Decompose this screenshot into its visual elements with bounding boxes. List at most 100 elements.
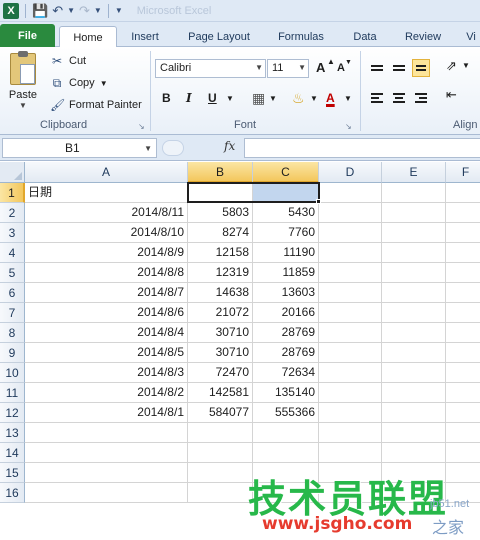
cell-d16[interactable] [319,483,382,503]
fill-color-icon[interactable]: ♨ [292,89,305,107]
cell-c1[interactable] [253,183,319,203]
font-launcher-icon[interactable]: ↘ [345,122,352,131]
cell-c2[interactable]: 5430 [253,203,319,223]
shrink-font-icon[interactable]: A [337,62,345,74]
cell-b15[interactable] [188,463,253,483]
tab-formulas[interactable]: Formulas [270,26,332,47]
underline-button[interactable]: U [208,89,217,107]
cell-e7[interactable] [382,303,446,323]
cell-a3[interactable]: 2014/8/10 [25,223,188,243]
row-header[interactable]: 9 [0,343,25,363]
tab-insert[interactable]: Insert [122,26,168,47]
tab-data[interactable]: Data [344,26,386,47]
cell-e10[interactable] [382,363,446,383]
grow-font-icon[interactable]: A [316,60,325,75]
column-header-d[interactable]: D [319,162,382,183]
cell-f4[interactable] [446,243,480,263]
clipboard-launcher-icon[interactable]: ↘ [138,122,145,131]
fill-color-dropdown-icon[interactable]: ▼ [310,89,318,107]
worksheet-grid[interactable]: A B C D E F 1 日期 2 2014/8/11 5803 5430 3 2014/8/10 827… [0,162,480,540]
cell-d4[interactable] [319,243,382,263]
font-size-select[interactable]: 11 ▼ [267,59,309,78]
cell-b11[interactable]: 142581 [188,383,253,403]
font-color-icon[interactable]: A [326,89,335,107]
cell-d7[interactable] [319,303,382,323]
column-header-c[interactable]: C [253,162,319,183]
cell-f6[interactable] [446,283,480,303]
cell-e6[interactable] [382,283,446,303]
cell-e12[interactable] [382,403,446,423]
cell-f8[interactable] [446,323,480,343]
cell-e13[interactable] [382,423,446,443]
cell-e14[interactable] [382,443,446,463]
cell-d13[interactable] [319,423,382,443]
cell-f11[interactable] [446,383,480,403]
font-name-select[interactable]: Calibri ▼ [155,59,266,78]
cell-c8[interactable]: 28769 [253,323,319,343]
cell-c13[interactable] [253,423,319,443]
cell-c7[interactable]: 20166 [253,303,319,323]
cell-c11[interactable]: 135140 [253,383,319,403]
cell-c15[interactable] [253,463,319,483]
row-header[interactable]: 14 [0,443,25,463]
insert-function-icon[interactable]: fx [224,139,235,153]
tab-page-layout[interactable]: Page Layout [180,26,258,47]
cell-c5[interactable]: 11859 [253,263,319,283]
cell-d6[interactable] [319,283,382,303]
cell-f7[interactable] [446,303,480,323]
cell-b3[interactable]: 8274 [188,223,253,243]
column-header-e[interactable]: E [382,162,446,183]
tab-file[interactable]: File [0,24,55,47]
row-header[interactable]: 5 [0,263,25,283]
middle-align-icon[interactable] [390,59,408,77]
cell-d15[interactable] [319,463,382,483]
cell-f12[interactable] [446,403,480,423]
cell-a2[interactable]: 2014/8/11 [25,203,188,223]
format-painter-button[interactable]: 🖌 Format Painter [50,96,142,114]
row-header[interactable]: 8 [0,323,25,343]
cell-e4[interactable] [382,243,446,263]
cell-a8[interactable]: 2014/8/4 [25,323,188,343]
redo-dropdown-icon[interactable]: ▼ [94,6,102,15]
cell-d11[interactable] [319,383,382,403]
cell-b9[interactable]: 30710 [188,343,253,363]
cell-a9[interactable]: 2014/8/5 [25,343,188,363]
cell-c3[interactable]: 7760 [253,223,319,243]
cell-a4[interactable]: 2014/8/9 [25,243,188,263]
select-all-button[interactable] [0,162,25,183]
bold-button[interactable]: B [162,89,171,107]
cell-b10[interactable]: 72470 [188,363,253,383]
cell-e15[interactable] [382,463,446,483]
cell-b12[interactable]: 584077 [188,403,253,423]
underline-dropdown-icon[interactable]: ▼ [226,89,234,107]
cell-a11[interactable]: 2014/8/2 [25,383,188,403]
cell-c14[interactable] [253,443,319,463]
top-align-icon[interactable] [368,59,386,77]
cell-a6[interactable]: 2014/8/7 [25,283,188,303]
tab-home[interactable]: Home [59,26,117,48]
cell-e9[interactable] [382,343,446,363]
excel-app-icon[interactable]: X [3,2,19,19]
row-header[interactable]: 1 [0,183,25,203]
cell-e2[interactable] [382,203,446,223]
cell-c10[interactable]: 72634 [253,363,319,383]
row-header[interactable]: 4 [0,243,25,263]
cell-f10[interactable] [446,363,480,383]
cell-d3[interactable] [319,223,382,243]
name-box[interactable]: B1 ▼ [2,138,157,158]
column-header-b[interactable]: B [188,162,253,183]
cell-a16[interactable] [25,483,188,503]
paste-button[interactable]: Paste ▼ [6,51,40,113]
cell-c6[interactable]: 13603 [253,283,319,303]
cell-a14[interactable] [25,443,188,463]
align-center-icon[interactable] [390,89,408,107]
cell-c9[interactable]: 28769 [253,343,319,363]
cell-b14[interactable] [188,443,253,463]
cell-a15[interactable] [25,463,188,483]
bottom-align-icon[interactable] [412,59,430,77]
cell-b4[interactable]: 12158 [188,243,253,263]
cell-f1[interactable] [446,183,480,203]
cell-d8[interactable] [319,323,382,343]
cut-button[interactable]: ✂ Cut [50,52,86,70]
fill-handle[interactable] [316,199,321,204]
